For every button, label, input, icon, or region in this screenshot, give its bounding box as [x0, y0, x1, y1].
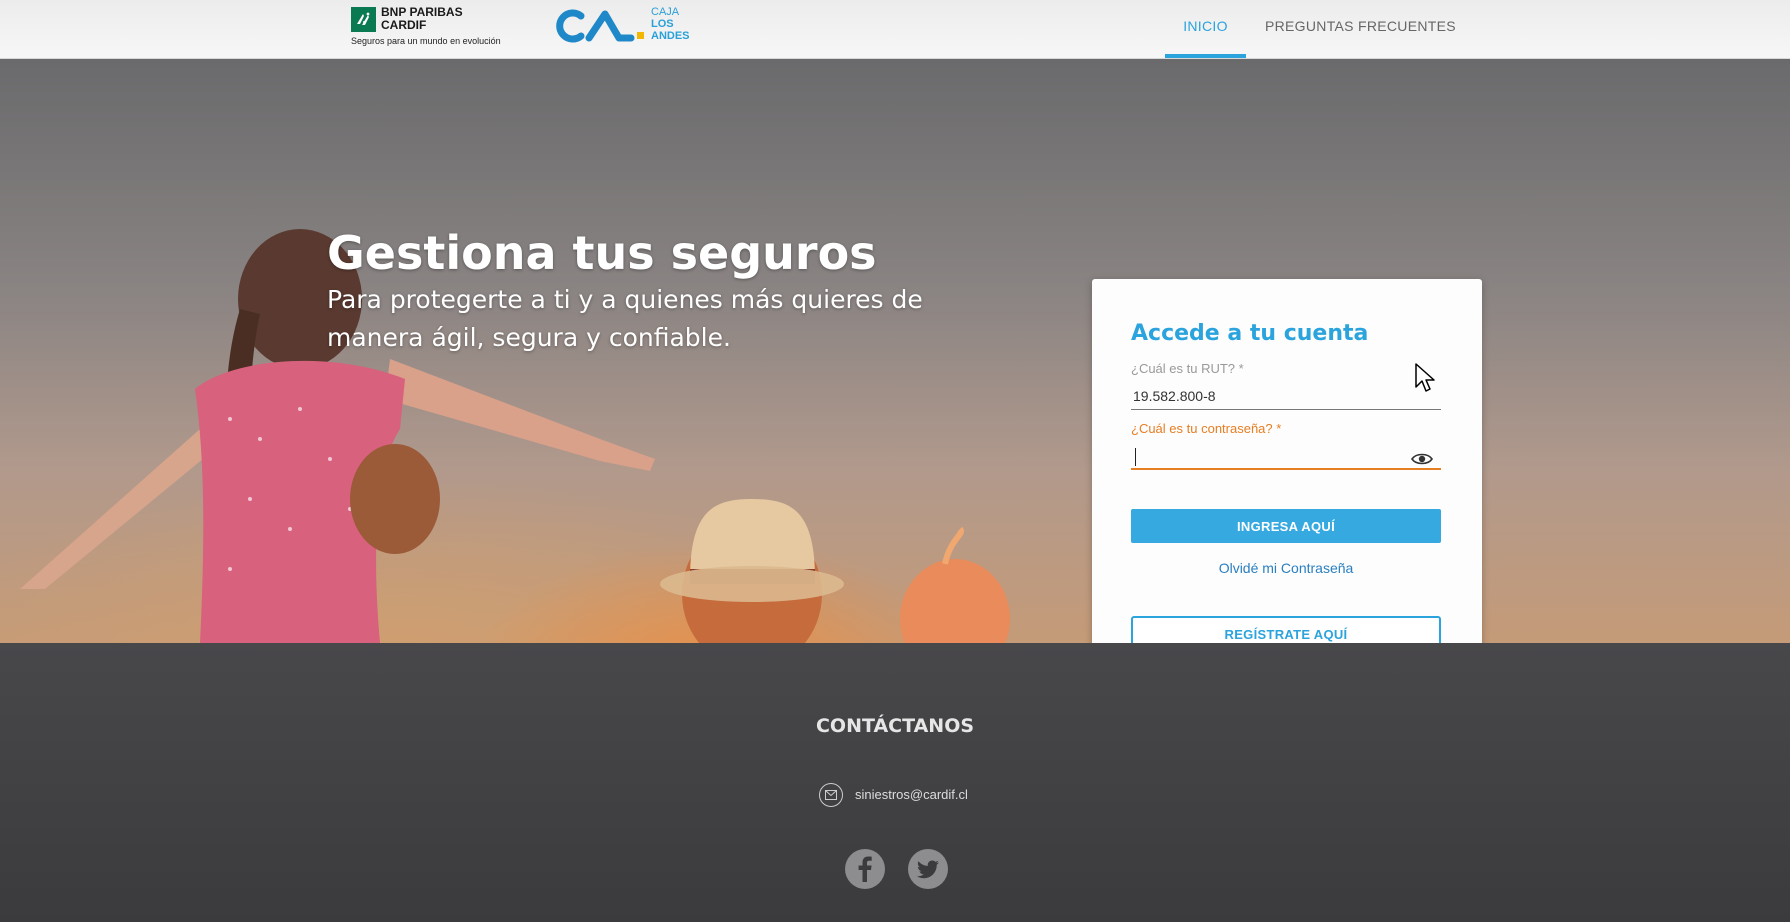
bnp-paribas-cardif-logo[interactable]: BNP PARIBAS CARDIF Seguros para un mundo…: [351, 6, 511, 51]
hero-subtitle: Para protegerte a ti y a quienes más qui…: [327, 285, 923, 352]
caja-logo-line2: LOS: [651, 18, 674, 30]
register-button[interactable]: REGÍSTRATE AQUÍ: [1131, 616, 1441, 643]
caja-logo-line3: ANDES: [651, 30, 690, 42]
bnp-logo-tagline: Seguros para un mundo en evolución: [351, 36, 501, 46]
caja-los-andes-mark-icon: [556, 9, 644, 43]
rut-field: ¿Cuál es tu RUT? *: [1131, 361, 1441, 410]
nav-tab-faq[interactable]: PREGUNTAS FRECUENTES: [1265, 0, 1456, 58]
login-card-title: Accede a tu cuenta: [1131, 321, 1369, 346]
top-navbar: BNP PARIBAS CARDIF Seguros para un mundo…: [0, 0, 1790, 59]
caja-logo-line1: CAJA: [651, 6, 680, 18]
bnp-logo-wordmark: BNP PARIBAS CARDIF: [381, 6, 463, 32]
facebook-icon[interactable]: [845, 849, 885, 889]
password-label: ¿Cuál es tu contraseña? *: [1131, 421, 1282, 436]
password-field: ¿Cuál es tu contraseña? *: [1131, 421, 1441, 470]
footer-email-link[interactable]: siniestros@cardif.cl: [855, 787, 968, 802]
nav-tab-home[interactable]: INICIO: [1165, 0, 1246, 58]
bnp-logo-line2: CARDIF: [381, 18, 427, 32]
bnp-stars-icon: [351, 7, 376, 32]
show-password-eye-icon[interactable]: [1411, 451, 1433, 467]
twitter-icon[interactable]: [908, 849, 948, 889]
footer: CONTÁCTANOS siniestros@cardif.cl: [0, 643, 1790, 922]
login-button[interactable]: INGRESA AQUÍ: [1131, 509, 1441, 543]
password-input[interactable]: [1131, 440, 1441, 470]
rut-label: ¿Cuál es tu RUT? *: [1131, 361, 1244, 376]
forgot-password-link[interactable]: Olvidé mi Contraseña: [1131, 560, 1441, 576]
mail-icon: [819, 783, 843, 807]
rut-input[interactable]: [1131, 382, 1441, 410]
text-caret: [1135, 448, 1136, 466]
caja-logo-wordmark: CAJA LOS ANDES: [651, 6, 690, 42]
mouse-pointer-icon: [1415, 363, 1435, 392]
hero-banner: Gestiona tus seguros Para protegerte a t…: [0, 59, 1790, 643]
footer-title: CONTÁCTANOS: [815, 715, 975, 737]
caja-los-andes-logo[interactable]: CAJA LOS ANDES: [555, 4, 715, 50]
hero-title: Gestiona tus seguros: [327, 226, 877, 280]
login-card: Accede a tu cuenta ¿Cuál es tu RUT? * ¿C…: [1092, 279, 1482, 643]
